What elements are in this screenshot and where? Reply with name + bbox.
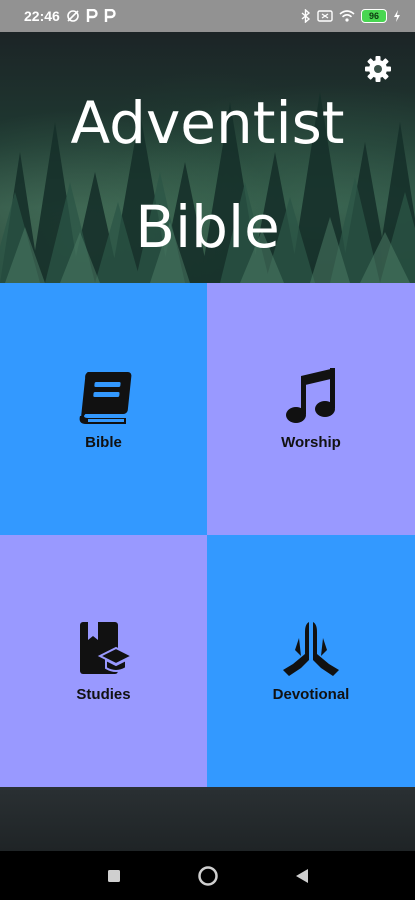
parking-p-icon (86, 9, 98, 23)
home-button[interactable] (196, 864, 220, 888)
footer-background (0, 787, 415, 851)
status-time: 22:46 (24, 8, 60, 24)
back-triangle-icon (295, 868, 308, 883)
header-banner: Adventist Bible (0, 32, 415, 283)
app-title: Adventist Bible (0, 87, 415, 263)
tile-bible[interactable]: Bible (0, 283, 207, 535)
music-notes-icon (283, 367, 339, 426)
gear-icon (365, 56, 391, 82)
parking-p-icon (104, 9, 116, 23)
status-bar: 22:46 96 (0, 0, 415, 32)
status-left: 22:46 (24, 8, 116, 24)
status-right: 96 (301, 9, 401, 23)
sim-icon (317, 10, 333, 22)
tile-label-studies: Studies (76, 685, 131, 703)
tile-label-devotional: Devotional (272, 685, 350, 703)
book-icon (74, 368, 134, 426)
back-button[interactable] (290, 864, 314, 888)
tile-worship[interactable]: Worship (207, 283, 415, 535)
wifi-icon (339, 10, 355, 22)
tile-label-bible: Bible (85, 433, 122, 451)
sync-icon (66, 9, 80, 23)
battery-icon: 96 (361, 9, 387, 23)
app-title-line2: Bible (135, 193, 280, 261)
app-title-line1: Adventist (70, 89, 345, 157)
tile-label-worship: Worship (281, 433, 341, 451)
recents-square-icon (107, 869, 120, 882)
bluetooth-icon (301, 9, 311, 23)
book-graduation-cap-icon (78, 620, 130, 678)
settings-button[interactable] (361, 52, 395, 86)
recents-button[interactable] (102, 864, 126, 888)
system-nav-bar (0, 851, 415, 900)
home-circle-icon (197, 865, 218, 886)
charging-icon (393, 10, 401, 22)
tile-studies[interactable]: Studies (0, 535, 207, 787)
praying-hands-icon (281, 620, 341, 678)
tile-devotional[interactable]: Devotional (207, 535, 415, 787)
